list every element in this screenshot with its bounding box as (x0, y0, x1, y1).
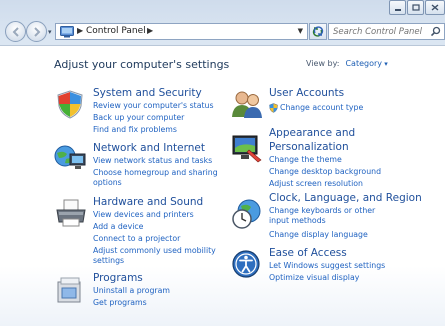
close-button[interactable] (425, 0, 445, 15)
category-title[interactable]: Programs (93, 272, 143, 285)
link-keyboards[interactable]: Change keyboards or other input methods (269, 206, 397, 226)
minimize-button[interactable] (389, 0, 406, 15)
link-review-status[interactable]: Review your computer's status (93, 101, 214, 111)
navigation-bar: ▾ ▶ Control Panel ▶ ▼ (0, 17, 445, 45)
category-title-line2[interactable]: Personalization (269, 141, 349, 154)
close-icon (431, 4, 439, 11)
refresh-icon (312, 26, 324, 37)
view-by-label: View by: (306, 59, 340, 68)
link-screen-resolution[interactable]: Adjust screen resolution (269, 179, 363, 189)
shield-flag-icon[interactable] (55, 89, 85, 119)
link-windows-suggest[interactable]: Let Windows suggest settings (269, 261, 385, 271)
back-button[interactable] (5, 21, 26, 42)
view-by-dropdown[interactable]: Category (345, 59, 387, 68)
category-title-line1[interactable]: Appearance and (269, 127, 355, 140)
category-title[interactable]: Network and Internet (93, 142, 205, 155)
link-desktop-background[interactable]: Change desktop background (269, 167, 381, 177)
address-dropdown-icon[interactable]: ▼ (298, 27, 303, 35)
link-mobility-settings[interactable]: Adjust commonly used mobility settings (93, 246, 233, 266)
link-add-device[interactable]: Add a device (93, 222, 143, 232)
category-title[interactable]: User Accounts (269, 87, 344, 100)
breadcrumb-separator-icon[interactable]: ▶ (147, 26, 153, 35)
link-devices-printers[interactable]: View devices and printers (93, 210, 194, 220)
maximize-icon (411, 4, 420, 11)
clock-globe-icon[interactable] (231, 198, 263, 230)
category-title[interactable]: Hardware and Sound (93, 196, 203, 209)
search-icon[interactable] (430, 26, 441, 37)
forward-arrow-icon (33, 26, 40, 37)
link-optimize-visual[interactable]: Optimize visual display (269, 273, 359, 283)
caption-buttons (389, 0, 445, 15)
link-get-programs[interactable]: Get programs (93, 298, 147, 308)
link-homegroup[interactable]: Choose homegroup and sharing options (93, 168, 225, 188)
breadcrumb-control-panel[interactable]: Control Panel (86, 26, 146, 36)
back-arrow-icon (12, 26, 19, 37)
forward-button[interactable] (26, 21, 47, 42)
search-input[interactable] (329, 24, 431, 39)
link-projector[interactable]: Connect to a projector (93, 234, 180, 244)
link-back-up[interactable]: Back up your computer (93, 113, 184, 123)
appearance-icon[interactable] (231, 132, 263, 164)
link-uninstall[interactable]: Uninstall a program (93, 286, 170, 296)
category-title[interactable]: Ease of Access (269, 247, 347, 260)
maximize-button[interactable] (407, 0, 424, 15)
ease-of-access-icon[interactable] (231, 249, 261, 279)
uac-shield-icon (269, 103, 278, 113)
refresh-button[interactable] (309, 23, 327, 40)
category-title[interactable]: Clock, Language, and Region (269, 192, 422, 205)
view-by: View by: Category (306, 59, 388, 68)
programs-icon[interactable] (55, 274, 85, 304)
breadcrumb-separator-icon[interactable]: ▶ (77, 26, 83, 35)
network-globe-icon[interactable] (53, 144, 87, 174)
category-title[interactable]: System and Security (93, 87, 202, 100)
users-icon[interactable] (231, 89, 263, 119)
link-find-fix[interactable]: Find and fix problems (93, 125, 177, 135)
page-title: Adjust your computer's settings (54, 58, 230, 71)
search-box[interactable] (328, 23, 445, 40)
control-panel-window: ▾ ▶ Control Panel ▶ ▼ Search Control Pan… (0, 0, 445, 326)
content-pane: Adjust your computer's settings View by:… (0, 45, 445, 326)
address-bar[interactable]: ▶ Control Panel ▶ ▼ (55, 23, 308, 40)
link-change-theme[interactable]: Change the theme (269, 155, 342, 165)
control-panel-icon (60, 26, 74, 38)
printer-icon[interactable] (55, 198, 87, 228)
minimize-icon (394, 8, 401, 11)
link-display-language[interactable]: Change display language (269, 230, 368, 240)
recent-pages-dropdown[interactable]: ▾ (48, 28, 52, 36)
link-change-account-type[interactable]: Change account type (280, 103, 363, 113)
link-network-status[interactable]: View network status and tasks (93, 156, 212, 166)
